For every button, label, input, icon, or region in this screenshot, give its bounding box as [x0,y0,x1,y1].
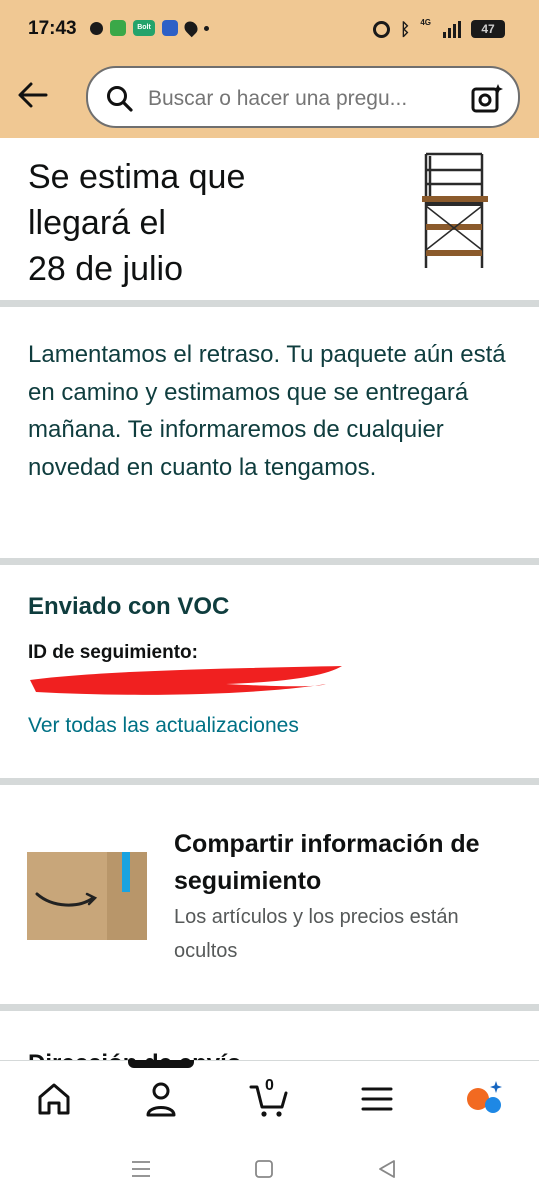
shipping-address-section: Dirección de envío [0,1012,539,1060]
delivery-estimate: Se estima que llegará el 28 de julio [28,154,358,292]
bottom-navigation: 0 [0,1060,539,1138]
search-input[interactable] [148,84,448,114]
back-arrow-icon [18,82,48,108]
delay-message: Lamentamos el retraso. Tu paquete aún es… [28,341,506,481]
battery-icon: 47 [471,20,505,38]
search-icon [107,86,133,112]
bolt-app-icon: Bolt [133,20,155,36]
menu-icon [361,1087,393,1111]
chat-icon [90,21,103,35]
system-icons: ᛒ 4G 47 [373,17,505,39]
view-all-updates-link[interactable]: Ver todas las actualizaciones [28,714,299,738]
recents-icon[interactable] [128,1156,154,1182]
account-icon [146,1082,176,1117]
shipping-address-title: Dirección de envío [28,1050,241,1060]
eta-line: llegará el [28,204,166,242]
section-divider [0,300,539,307]
share-tracking-section[interactable]: Compartir información de seguimiento Los… [0,786,539,1004]
shipment-section: Enviado con VOC ID de seguimiento: Ver t… [0,566,539,778]
network-type: 4G [420,17,431,27]
redaction-scribble [30,666,342,695]
home-icon [38,1083,70,1115]
eta-date: 28 de julio [28,250,184,288]
nav-cart[interactable]: 0 [248,1077,292,1121]
dot-icon [204,25,209,31]
status-bar: 17:43 Bolt ᛒ 4G 47 [0,0,539,58]
nav-home[interactable] [32,1077,76,1121]
product-image[interactable] [418,150,492,270]
system-navigation-bar [0,1138,539,1200]
nav-menu[interactable] [355,1077,399,1121]
signal-icon [443,20,461,38]
smile-logo-icon [35,892,98,907]
share-tracking-title[interactable]: Compartir información de seguimiento [174,826,514,900]
delay-section: Lamentamos el retraso. Tu paquete aún es… [0,308,539,558]
bluetooth-icon: ᛒ [400,19,411,39]
app-header: 17:43 Bolt ᛒ 4G 47 [0,0,539,138]
carrier-name: Enviado con VOC [28,593,230,620]
tracking-id-label: ID de seguimiento: [28,642,198,663]
assistant-icon [467,1081,502,1113]
nav-assistant[interactable] [462,1077,506,1121]
section-divider [0,778,539,785]
location-icon [181,18,201,38]
status-time: 17:43 [28,18,77,39]
delivery-estimate-section: Se estima que llegará el 28 de julio [0,138,539,301]
package-box-image [27,852,147,940]
back-button[interactable] [16,80,50,110]
shield-app-icon [110,20,126,36]
shazam-app-icon [162,20,178,36]
section-divider [0,558,539,565]
alarm-icon [373,20,391,38]
notification-icons: Bolt [90,18,209,38]
eta-line: Se estima que [28,158,246,196]
active-tab-indicator [128,1060,194,1068]
nav-account[interactable] [139,1077,183,1121]
section-divider [0,1004,539,1011]
share-tracking-subtitle: Los artículos y los precios están oculto… [174,906,459,962]
search-bar[interactable] [86,66,520,128]
system-back-icon[interactable] [374,1156,400,1182]
home-button-icon[interactable] [251,1156,277,1182]
cart-count: 0 [265,1077,274,1094]
camera-search-icon[interactable] [470,82,504,114]
